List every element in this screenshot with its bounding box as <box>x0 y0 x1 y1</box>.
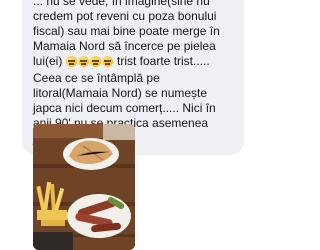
persevere-face-icon <box>101 56 113 67</box>
persevere-face-icon <box>89 56 101 67</box>
attached-photo[interactable] <box>33 124 135 250</box>
persevere-face-icon <box>65 56 77 67</box>
food-plate-photo <box>33 124 135 250</box>
persevere-face-icon <box>77 56 89 67</box>
chat-screen: ... nu se vede, în imagine(sine nu crede… <box>0 0 250 250</box>
emoji-row <box>65 56 114 71</box>
